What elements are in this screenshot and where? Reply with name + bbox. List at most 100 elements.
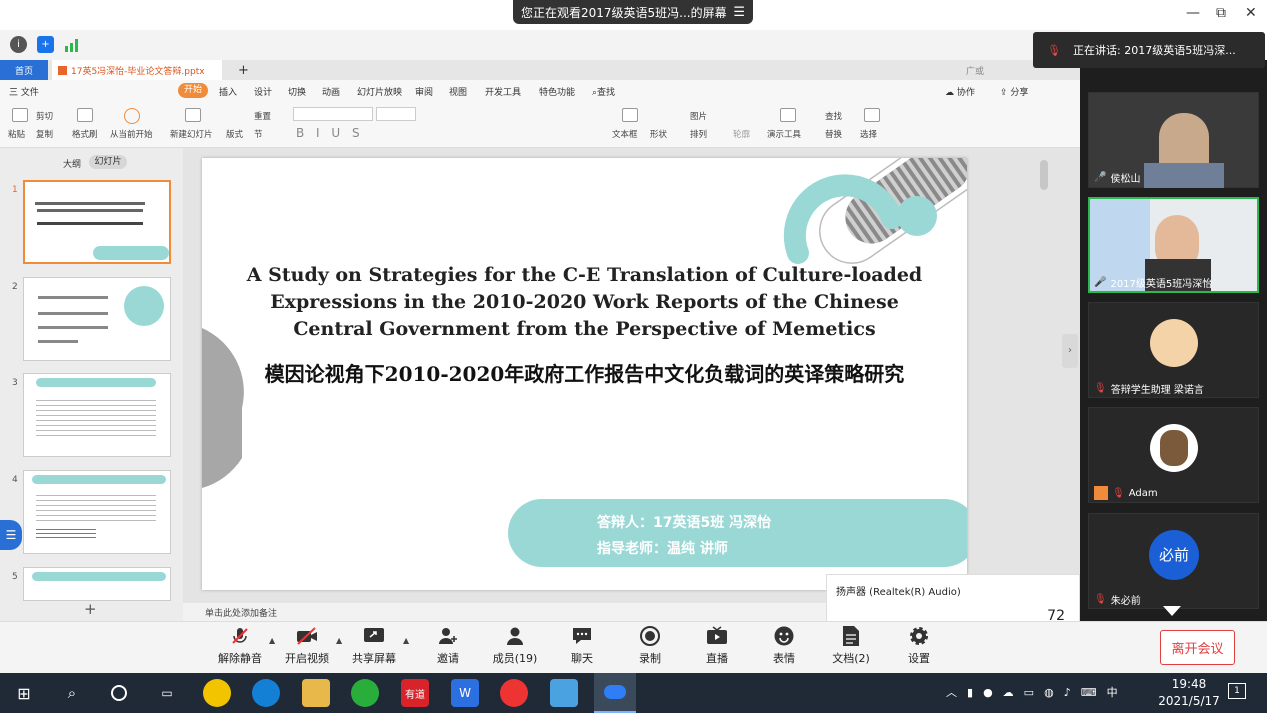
screen-share-banner[interactable]: 您正在观看2017级英语5班冯...的屏幕 ☰ — [513, 0, 753, 24]
live-button[interactable]: 直播 — [687, 626, 747, 666]
collapse-pane-icon[interactable]: › — [1062, 334, 1078, 368]
close-button[interactable]: ✕ — [1245, 5, 1257, 21]
tray-battery-icon[interactable]: ▭ — [1024, 686, 1034, 699]
font-style-buttons[interactable]: B I U S — [296, 126, 364, 140]
emoji-button[interactable]: 表情 — [754, 626, 814, 666]
shape-button[interactable]: 形状 — [650, 128, 667, 140]
outline-button[interactable]: 轮廓 — [733, 128, 750, 140]
new-tab-button[interactable]: + — [232, 60, 255, 80]
paste-icon[interactable] — [12, 108, 28, 122]
documents-button[interactable]: 文档(2) — [821, 626, 881, 666]
restore-button[interactable]: ⧉ — [1216, 5, 1226, 21]
settings-button[interactable]: 设置 — [889, 626, 949, 666]
caret-up-icon[interactable]: ▲ — [336, 636, 342, 645]
invite-button[interactable]: 邀请 — [418, 626, 478, 666]
ribbon-search[interactable]: ⌕查找 — [592, 85, 615, 98]
slides-tab[interactable]: 幻灯片 — [89, 155, 127, 169]
members-button[interactable]: 成员(19) — [485, 626, 545, 666]
record-button[interactable]: 录制 — [620, 626, 680, 666]
collab-button[interactable]: ☁ 协作 — [945, 85, 975, 98]
tray-network-icon[interactable]: ◍ — [1044, 686, 1054, 699]
tray-cloud-icon[interactable]: ☁ — [1003, 686, 1014, 699]
wps-icon[interactable]: W — [451, 679, 479, 707]
menu-tab-slideshow[interactable]: 幻灯片放映 — [357, 85, 402, 98]
format-painter-button[interactable]: 格式刷 — [72, 128, 98, 140]
textbox-button[interactable]: 文本框 — [612, 128, 638, 140]
slide-thumbnail-2[interactable] — [23, 277, 171, 361]
chat-button[interactable]: 聊天 — [552, 626, 612, 666]
caret-up-icon[interactable]: ▲ — [269, 636, 275, 645]
tencent-meeting-icon[interactable] — [594, 673, 636, 713]
select-button[interactable]: 选择 — [860, 128, 877, 140]
youdao-icon[interactable]: 有道 — [401, 679, 429, 707]
home-tab[interactable]: 首页 — [0, 60, 48, 80]
security-shield-icon[interactable]: + — [37, 36, 54, 53]
tray-wechat-icon[interactable]: ● — [983, 686, 993, 699]
slide-thumbnail-5[interactable] — [23, 567, 171, 601]
textbox-icon[interactable] — [622, 108, 638, 122]
replace-button[interactable]: 替换 — [825, 128, 842, 140]
section-button[interactable]: 节 — [254, 128, 263, 140]
slideshow-tool-icon[interactable] — [780, 108, 796, 122]
audio-device-popup[interactable]: 扬声器 (Realtek(R) Audio) 72 — [826, 574, 1080, 623]
slideshow-tool-button[interactable]: 演示工具 — [767, 128, 801, 140]
share-button[interactable]: ⇪ 分享 — [1000, 85, 1028, 98]
side-menu-icon[interactable]: ☰ — [0, 520, 22, 550]
new-slide-icon[interactable] — [185, 108, 201, 122]
from-current-button[interactable]: 从当前开始 — [110, 128, 153, 140]
slide-thumbnail-4[interactable] — [23, 470, 171, 554]
outline-tab[interactable]: 大纲 — [63, 157, 81, 170]
photos-icon[interactable] — [550, 679, 578, 707]
menu-tab-developer[interactable]: 开发工具 — [485, 85, 521, 98]
menu-tab-transition[interactable]: 切换 — [288, 85, 306, 98]
unmute-button[interactable]: 解除静音 — [210, 626, 270, 666]
font-name-select[interactable] — [293, 107, 373, 121]
menu-tab-insert[interactable]: 插入 — [219, 85, 237, 98]
search-icon[interactable]: ⌕ — [58, 679, 86, 707]
wechat-icon[interactable] — [351, 679, 379, 707]
slide-canvas[interactable]: A Study on Strategies for the C-E Transl… — [202, 158, 967, 590]
select-icon[interactable] — [864, 108, 880, 122]
ime-indicator[interactable]: 中 — [1107, 684, 1118, 700]
menu-tab-review[interactable]: 审阅 — [415, 85, 433, 98]
tray-mic-icon[interactable]: ▮ — [967, 686, 973, 699]
arrange-button[interactable]: 排列 — [690, 128, 707, 140]
system-clock[interactable]: 19:48 2021/5/17 — [1156, 676, 1222, 710]
task-view-icon[interactable]: ▭ — [153, 679, 181, 707]
netease-music-icon[interactable] — [500, 679, 528, 707]
vertical-scrollbar[interactable] — [1040, 160, 1048, 190]
leave-meeting-button[interactable]: 离开会议 — [1160, 630, 1235, 665]
edge-browser-icon[interactable] — [252, 679, 280, 707]
menu-icon[interactable]: ☰ — [733, 5, 745, 20]
share-screen-button[interactable]: 共享屏幕 — [344, 626, 404, 666]
find-button[interactable]: 查找 — [825, 110, 842, 122]
font-size-select[interactable] — [376, 107, 416, 121]
tray-volume-icon[interactable]: ♪ — [1064, 686, 1071, 699]
menu-tab-animation[interactable]: 动画 — [322, 85, 340, 98]
paste-button[interactable]: 粘贴 — [8, 128, 25, 140]
menu-tab-features[interactable]: 特色功能 — [539, 85, 575, 98]
start-video-button[interactable]: 开启视频 — [277, 626, 337, 666]
tray-keyboard-icon[interactable]: ⌨ — [1081, 686, 1097, 699]
play-icon[interactable] — [124, 108, 140, 124]
add-slide-button[interactable]: + — [84, 600, 97, 618]
slide-thumbnail-3[interactable] — [23, 373, 171, 457]
app-icon-yellow[interactable] — [203, 679, 231, 707]
cut-button[interactable]: 剪切 — [36, 110, 53, 122]
tray-expand-icon[interactable]: ︿ — [946, 684, 957, 700]
file-explorer-icon[interactable] — [302, 679, 330, 707]
signal-icon[interactable] — [64, 36, 81, 53]
reset-button[interactable]: 重置 — [254, 110, 271, 122]
menu-tab-start[interactable]: 开始 — [178, 83, 208, 98]
info-icon[interactable]: i — [10, 36, 27, 53]
new-slide-button[interactable]: 新建幻灯片 — [170, 128, 213, 140]
windows-start-icon[interactable]: ⊞ — [10, 679, 38, 707]
format-painter-icon[interactable] — [77, 108, 93, 122]
system-tray[interactable]: ︿ ▮ ● ☁ ▭ ◍ ♪ ⌨ 中 — [946, 684, 1118, 700]
slide-thumbnail-1[interactable] — [23, 180, 171, 264]
document-tab[interactable]: 17英5冯深怡-毕业论文答辩.pptx — [52, 60, 222, 80]
menu-tab-view[interactable]: 视图 — [449, 85, 467, 98]
layout-button[interactable]: 版式 — [226, 128, 243, 140]
notification-icon[interactable]: 1 — [1228, 683, 1246, 699]
caret-up-icon[interactable]: ▲ — [403, 636, 409, 645]
